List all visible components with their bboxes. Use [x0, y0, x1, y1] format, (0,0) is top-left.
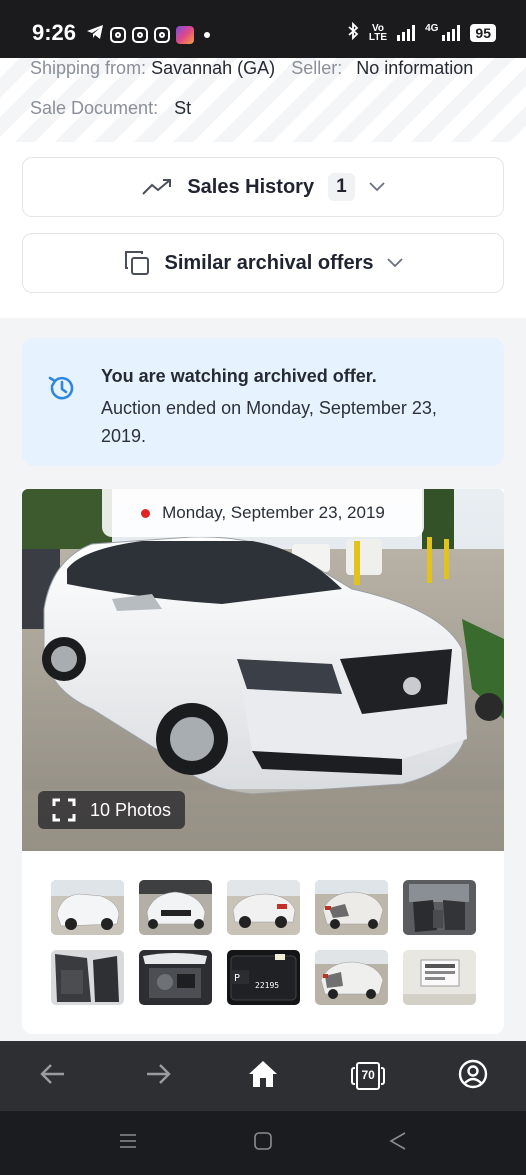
thumbnail[interactable]	[403, 880, 476, 935]
thumbnail[interactable]	[139, 950, 212, 1005]
tabs-count: 70	[361, 1068, 375, 1082]
sale-document-row: Sale Document: St	[30, 98, 191, 119]
notification-dot-icon	[204, 31, 210, 38]
sale-document-label: Sale Document:	[30, 98, 159, 118]
thumbnail[interactable]	[315, 880, 388, 935]
recent-apps-icon	[118, 1132, 138, 1155]
tabs-button[interactable]: 70	[343, 1051, 393, 1101]
signal-icon	[397, 24, 416, 41]
sales-history-label: Sales History	[187, 175, 315, 198]
bluetooth-icon	[347, 21, 359, 43]
thumbnail[interactable]: P 22195	[227, 950, 300, 1005]
notification-icons	[86, 24, 210, 45]
history-section: Sales History 1 Similar archival offers	[0, 142, 526, 318]
recent-apps-button[interactable]	[103, 1118, 153, 1168]
shipping-row: Shipping from: Savannah (GA) Seller: No …	[30, 58, 473, 79]
thumbnail-grid: P 22195	[51, 880, 476, 1005]
thumbnail[interactable]	[315, 950, 388, 1005]
status-bar: 9:26 Vo LTE 4G 95	[0, 0, 526, 58]
home-circle-icon	[253, 1131, 273, 1156]
system-back-button[interactable]	[373, 1118, 423, 1168]
trending-up-icon	[141, 177, 173, 197]
shipping-from-value: Savannah (GA)	[151, 58, 276, 78]
arrow-left-icon	[39, 1063, 66, 1090]
archive-notice-title: You are watching archived offer.	[101, 366, 377, 386]
sale-date-badge: Monday, September 23, 2019	[102, 489, 424, 537]
fullscreen-icon	[52, 798, 76, 822]
tabs-icon: 70	[351, 1061, 386, 1091]
chevron-down-icon	[387, 258, 404, 268]
copy-icon	[123, 249, 151, 277]
browser-toolbar: 70	[0, 1041, 526, 1111]
home-icon	[248, 1060, 278, 1093]
thumbnail[interactable]	[139, 880, 212, 935]
live-dot-icon	[141, 508, 151, 518]
instagram-icon	[132, 26, 148, 43]
system-home-button[interactable]	[238, 1118, 288, 1168]
thumbnail[interactable]	[51, 950, 124, 1005]
back-triangle-icon	[388, 1131, 408, 1156]
account-circle-icon	[458, 1059, 488, 1094]
telegram-icon	[86, 24, 104, 45]
volte-label: Vo LTE	[368, 22, 388, 43]
odometer-gear: P	[234, 973, 240, 984]
signal-icon	[442, 24, 461, 41]
sale-document-value: St	[174, 98, 192, 118]
odometer-reading: 22195	[255, 981, 279, 990]
shipping-from-label: Shipping from:	[30, 58, 147, 78]
arrow-right-icon	[145, 1063, 171, 1090]
thumbnail[interactable]	[227, 880, 300, 935]
sale-date: Monday, September 23, 2019	[162, 503, 385, 522]
sales-history-toggle[interactable]: Sales History 1	[22, 157, 504, 217]
chevron-down-icon	[369, 182, 385, 192]
instagram-icon	[110, 26, 126, 43]
forward-button[interactable]	[133, 1051, 183, 1101]
thumbnail[interactable]	[403, 950, 476, 1005]
photo-gallery: Monday, September 23, 2019 10 Photos P 2…	[22, 489, 504, 1034]
battery-indicator: 95	[470, 23, 496, 42]
similar-offers-toggle[interactable]: Similar archival offers	[22, 233, 504, 293]
seller-value: No information	[356, 58, 474, 78]
data-type-label: 4G	[425, 23, 439, 34]
system-icons: Vo LTE 4G 95	[347, 21, 496, 43]
instagram-icon	[154, 26, 170, 43]
history-icon	[46, 372, 78, 409]
main-vehicle-photo[interactable]: Monday, September 23, 2019 10 Photos	[22, 489, 504, 851]
photos-count-button[interactable]: 10 Photos	[38, 791, 186, 829]
home-button[interactable]	[238, 1051, 288, 1101]
archive-notice-text: Auction ended on Monday, September 23, 2…	[101, 398, 437, 446]
archive-notice: You are watching archived offer. Auction…	[22, 338, 504, 466]
back-button[interactable]	[28, 1051, 78, 1101]
app-icon	[176, 25, 194, 44]
seller-label: Seller:	[291, 58, 343, 78]
photos-count-label: 10 Photos	[90, 799, 172, 820]
profile-button[interactable]	[448, 1051, 498, 1101]
thumbnail[interactable]	[51, 880, 124, 935]
similar-offers-label: Similar archival offers	[164, 251, 374, 274]
vehicle-details: Shipping from: Savannah (GA) Seller: No …	[0, 58, 526, 142]
sales-history-count: 1	[328, 173, 355, 201]
system-navigation-bar	[0, 1111, 526, 1175]
status-time: 9:26	[32, 20, 77, 45]
